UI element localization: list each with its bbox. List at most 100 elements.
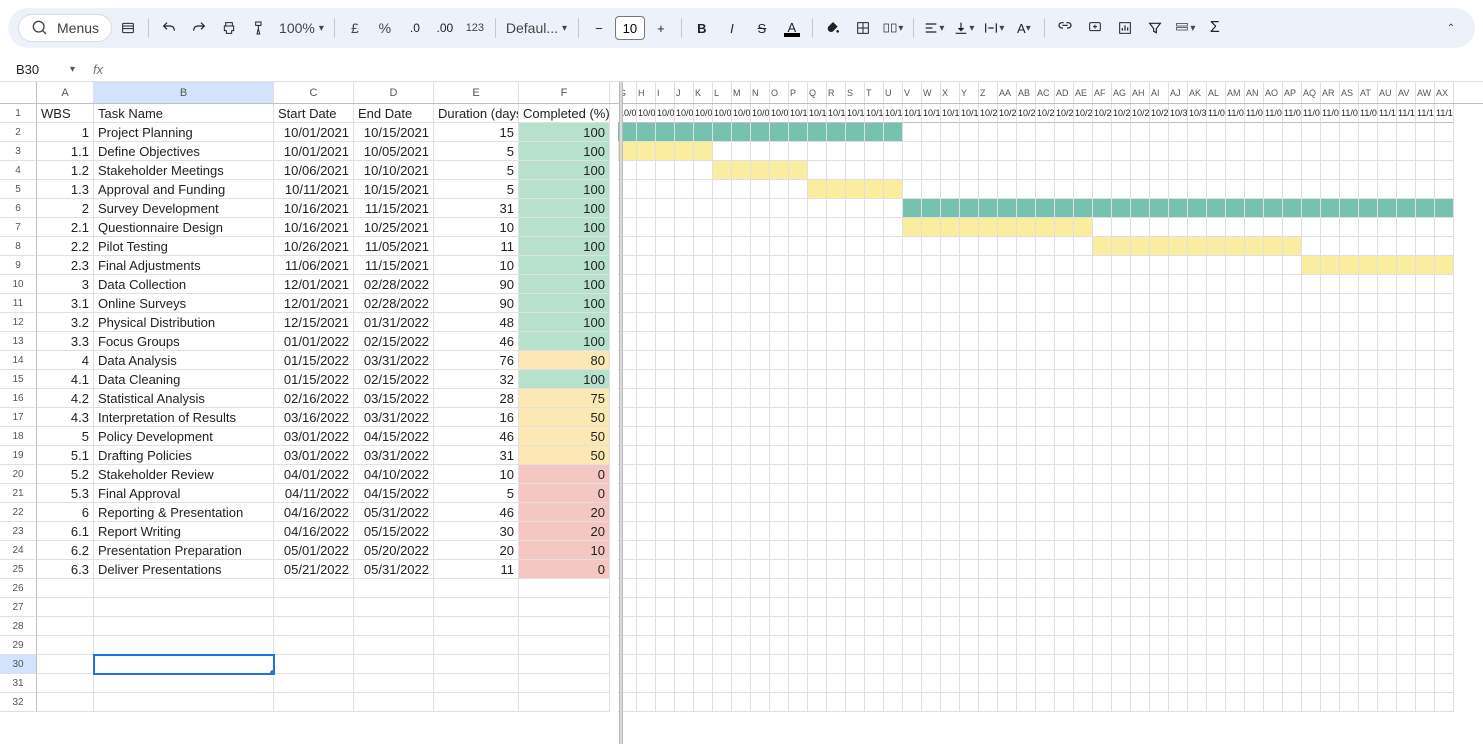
cell[interactable]: 10/01/2021: [274, 123, 354, 142]
gantt-cell[interactable]: [1131, 617, 1150, 636]
gantt-cell[interactable]: [884, 294, 903, 313]
gantt-cell[interactable]: [979, 123, 998, 142]
gantt-cell[interactable]: [675, 674, 694, 693]
column-header[interactable]: C: [274, 82, 354, 103]
gantt-cell[interactable]: [675, 522, 694, 541]
gantt-cell[interactable]: [979, 636, 998, 655]
gantt-cell[interactable]: [1055, 579, 1074, 598]
gantt-cell[interactable]: [732, 142, 751, 161]
gantt-cell[interactable]: [1150, 598, 1169, 617]
font-size-input[interactable]: [615, 16, 645, 40]
gantt-cell[interactable]: [1416, 446, 1435, 465]
gantt-cell[interactable]: [827, 161, 846, 180]
gantt-cell[interactable]: [903, 332, 922, 351]
gantt-cell[interactable]: [1245, 351, 1264, 370]
gantt-cell[interactable]: [998, 218, 1017, 237]
gantt-cell[interactable]: [1321, 408, 1340, 427]
gantt-cell[interactable]: [1017, 275, 1036, 294]
gantt-cell[interactable]: [827, 370, 846, 389]
column-header[interactable]: O: [770, 82, 789, 103]
gantt-cell[interactable]: [637, 218, 656, 237]
gantt-cell[interactable]: [770, 351, 789, 370]
gantt-cell[interactable]: [1378, 142, 1397, 161]
gantt-cell[interactable]: [1150, 332, 1169, 351]
gantt-cell[interactable]: [1359, 446, 1378, 465]
gantt-cell[interactable]: [656, 446, 675, 465]
gantt-cell[interactable]: [637, 693, 656, 712]
gantt-cell[interactable]: [979, 541, 998, 560]
gantt-cell[interactable]: [1112, 427, 1131, 446]
column-header[interactable]: AJ: [1169, 82, 1188, 103]
gantt-cell[interactable]: [770, 408, 789, 427]
gantt-cell[interactable]: [808, 332, 827, 351]
gantt-cell[interactable]: [865, 256, 884, 275]
gantt-cell[interactable]: [1226, 579, 1245, 598]
gantt-cell[interactable]: [1112, 123, 1131, 142]
gantt-cell[interactable]: [903, 541, 922, 560]
gantt-cell[interactable]: [922, 674, 941, 693]
gantt-cell[interactable]: [656, 560, 675, 579]
gantt-cell[interactable]: [808, 427, 827, 446]
gantt-cell[interactable]: [1359, 408, 1378, 427]
gantt-cell[interactable]: [922, 389, 941, 408]
gantt-cell[interactable]: [1036, 598, 1055, 617]
gantt-cell[interactable]: [789, 446, 808, 465]
gantt-cell[interactable]: [1188, 275, 1207, 294]
gantt-cell[interactable]: [865, 389, 884, 408]
cell[interactable]: 3.3: [37, 332, 94, 351]
gantt-cell[interactable]: [1131, 484, 1150, 503]
gantt-cell[interactable]: [1397, 142, 1416, 161]
gantt-cell[interactable]: [789, 560, 808, 579]
gantt-cell[interactable]: [884, 161, 903, 180]
gantt-cell[interactable]: [903, 256, 922, 275]
date-header-cell[interactable]: 10/3: [1169, 104, 1188, 123]
gantt-cell[interactable]: [675, 693, 694, 712]
gantt-cell[interactable]: [732, 199, 751, 218]
row-header[interactable]: 5: [0, 180, 37, 199]
paint-format-button[interactable]: [245, 14, 273, 42]
gantt-cell[interactable]: [1131, 598, 1150, 617]
gantt-cell[interactable]: [1169, 408, 1188, 427]
row-header[interactable]: 28: [0, 617, 37, 636]
gantt-cell[interactable]: [713, 332, 732, 351]
gantt-cell[interactable]: [1055, 674, 1074, 693]
cell[interactable]: 04/11/2022: [274, 484, 354, 503]
gantt-cell[interactable]: [960, 275, 979, 294]
gantt-cell[interactable]: [884, 560, 903, 579]
cell[interactable]: 100: [519, 370, 610, 389]
gantt-cell[interactable]: [979, 503, 998, 522]
gantt-cell[interactable]: [1302, 123, 1321, 142]
gantt-cell[interactable]: [1321, 541, 1340, 560]
gantt-cell[interactable]: [1245, 142, 1264, 161]
date-header-cell[interactable]: 10/1: [789, 104, 808, 123]
cell[interactable]: [354, 598, 434, 617]
gantt-cell[interactable]: [1378, 275, 1397, 294]
gantt-cell[interactable]: [1340, 484, 1359, 503]
gantt-cell[interactable]: [637, 161, 656, 180]
gantt-cell[interactable]: [1359, 503, 1378, 522]
gantt-cell[interactable]: [1093, 541, 1112, 560]
gantt-cell[interactable]: [1435, 408, 1454, 427]
date-header-cell[interactable]: 10/0: [656, 104, 675, 123]
gantt-cell[interactable]: [1188, 161, 1207, 180]
gantt-cell[interactable]: [1074, 693, 1093, 712]
gantt-cell[interactable]: [694, 674, 713, 693]
gantt-cell[interactable]: [922, 408, 941, 427]
gantt-cell[interactable]: [865, 617, 884, 636]
cell[interactable]: 10/06/2021: [274, 161, 354, 180]
gantt-cell[interactable]: [808, 617, 827, 636]
gantt-cell[interactable]: [808, 180, 827, 199]
gantt-cell[interactable]: [637, 503, 656, 522]
gantt-cell[interactable]: [1397, 655, 1416, 674]
gantt-cell[interactable]: [1074, 218, 1093, 237]
gantt-cell[interactable]: [1226, 351, 1245, 370]
gantt-cell[interactable]: [979, 579, 998, 598]
font-dropdown[interactable]: Defaul... ▾: [502, 20, 572, 36]
gantt-cell[interactable]: [1074, 199, 1093, 218]
cell[interactable]: [354, 674, 434, 693]
gantt-cell[interactable]: [1131, 275, 1150, 294]
date-header-cell[interactable]: 11/1: [1378, 104, 1397, 123]
date-header-cell[interactable]: 11/0: [1207, 104, 1226, 123]
gantt-cell[interactable]: [865, 294, 884, 313]
gantt-cell[interactable]: [713, 161, 732, 180]
